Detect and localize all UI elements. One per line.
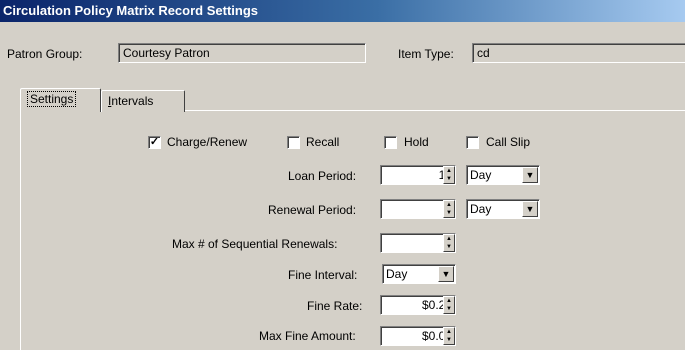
chevron-down-icon[interactable]: ▼: [522, 201, 538, 217]
loan-period-spinner[interactable]: ▲ ▼: [443, 166, 455, 184]
loan-period-label: Loan Period:: [288, 169, 357, 183]
recall-label: Recall: [306, 135, 340, 149]
spin-up-icon[interactable]: ▲: [444, 297, 454, 305]
hold-checkbox[interactable]: [384, 136, 397, 149]
fine-rate-label: Fine Rate:: [307, 299, 363, 313]
spin-down-icon[interactable]: ▼: [444, 336, 454, 344]
call-slip-checkbox[interactable]: [466, 136, 479, 149]
max-fine-amount-label: Max Fine Amount:: [259, 329, 356, 343]
spin-up-icon[interactable]: ▲: [444, 235, 454, 243]
spin-up-icon[interactable]: ▲: [444, 328, 454, 336]
renewal-period-unit-select[interactable]: Day ▼: [466, 199, 540, 219]
fine-interval-label: Fine Interval:: [288, 268, 358, 282]
spin-up-icon[interactable]: ▲: [444, 201, 454, 209]
tab-settings[interactable]: Settings: [20, 88, 101, 112]
patron-group-label: Patron Group:: [7, 47, 83, 61]
chevron-down-icon[interactable]: ▼: [522, 167, 538, 183]
call-slip-label: Call Slip: [486, 135, 531, 149]
spin-down-icon[interactable]: ▼: [444, 243, 454, 251]
spin-down-icon[interactable]: ▼: [444, 209, 454, 217]
window-title: Circulation Policy Matrix Record Setting…: [3, 3, 258, 18]
fine-interval-select[interactable]: Day ▼: [382, 264, 456, 284]
spin-down-icon[interactable]: ▼: [444, 175, 454, 183]
charge-renew-label: Charge/Renew: [167, 135, 248, 149]
charge-renew-checkbox[interactable]: ✓: [148, 136, 161, 149]
patron-group-field: Courtesy Patron: [118, 43, 366, 63]
recall-checkbox[interactable]: [287, 136, 300, 149]
fine-interval-value: Day: [386, 267, 408, 281]
title-bar: Circulation Policy Matrix Record Setting…: [0, 0, 685, 22]
max-sequential-renewals-label: Max # of Sequential Renewals:: [172, 237, 338, 251]
loan-period-unit-value: Day: [470, 168, 492, 182]
settings-panel: [20, 110, 685, 350]
renewal-period-label: Renewal Period:: [268, 203, 357, 217]
item-type-label: Item Type:: [398, 47, 454, 61]
max-fine-amount-spinner[interactable]: ▲ ▼: [443, 327, 455, 345]
tab-settings-label: Settings: [27, 91, 77, 107]
max-sequential-renewals-spinner[interactable]: ▲ ▼: [443, 234, 455, 252]
tab-intervals-label: Intervals: [108, 94, 154, 108]
item-type-field: cd: [472, 43, 685, 63]
renewal-period-spinner[interactable]: ▲ ▼: [443, 200, 455, 218]
renewal-period-unit-value: Day: [470, 202, 492, 216]
spin-up-icon[interactable]: ▲: [444, 167, 454, 175]
hold-label: Hold: [404, 135, 429, 149]
loan-period-unit-select[interactable]: Day ▼: [466, 165, 540, 185]
chevron-down-icon[interactable]: ▼: [438, 266, 454, 282]
fine-rate-spinner[interactable]: ▲ ▼: [443, 296, 455, 314]
spin-down-icon[interactable]: ▼: [444, 305, 454, 313]
tab-intervals[interactable]: Intervals: [101, 90, 185, 112]
